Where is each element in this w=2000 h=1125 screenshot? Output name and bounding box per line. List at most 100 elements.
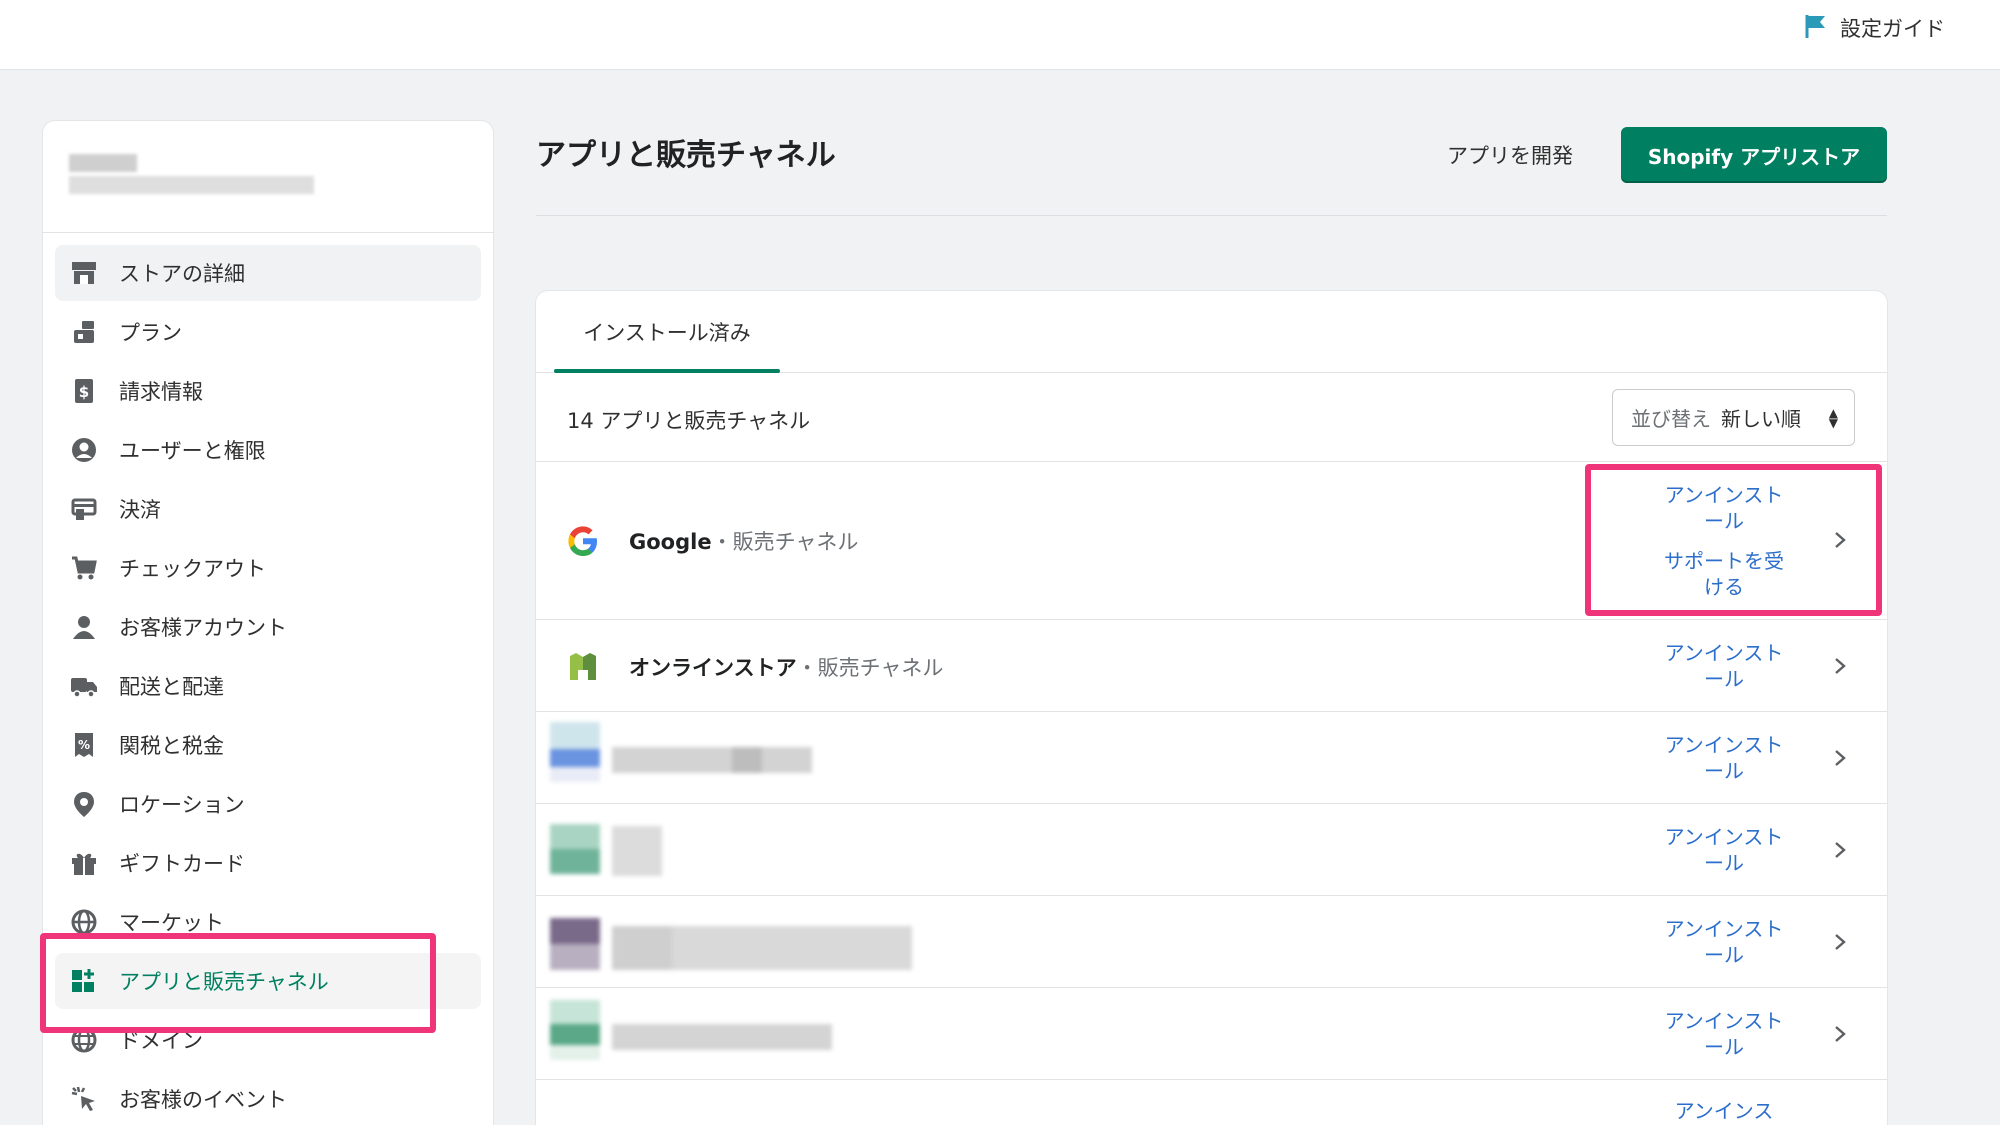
- sidebar-item-label: お客様アカウント: [119, 616, 287, 640]
- app-row-online-store[interactable]: オンラインストア・販売チャネル アンインスト ール: [536, 620, 1887, 712]
- svg-text:%: %: [78, 738, 90, 752]
- sidebar-item-domains[interactable]: ドメイン: [55, 1012, 481, 1068]
- app-type: ・販売チャネル: [711, 530, 859, 554]
- sort-arrows-icon: ▲ ▼: [1828, 406, 1838, 430]
- sidebar-item-customer-events[interactable]: お客様のイベント: [55, 1071, 481, 1125]
- uninstall-link[interactable]: アンインスト ール: [1665, 1008, 1784, 1060]
- app-row-blurred[interactable]: アンインスト ール: [536, 712, 1887, 804]
- sidebar-item-label: チェックアウト: [119, 557, 266, 581]
- sidebar-item-users[interactable]: ユーザーと権限: [55, 422, 481, 478]
- sidebar-item-label: プラン: [119, 321, 182, 345]
- uninstall-link[interactable]: アンインスト ール: [1665, 732, 1784, 784]
- sidebar-item-locations[interactable]: ロケーション: [55, 776, 481, 832]
- svg-text:$: $: [79, 383, 89, 401]
- domain-globe-icon: [69, 1025, 99, 1055]
- store-icon: [69, 258, 99, 288]
- uninstall-link[interactable]: アンインスト ール: [1665, 640, 1784, 692]
- uninstall-link[interactable]: アンインスト ール: [1665, 916, 1784, 968]
- payments-icon: [69, 494, 99, 524]
- store-info-blurred: [43, 121, 493, 233]
- sidebar-item-gift-cards[interactable]: ギフトカード: [55, 835, 481, 891]
- apps-icon: [69, 966, 99, 996]
- page-title: アプリと販売チャネル: [536, 138, 836, 173]
- app-title: オンラインストア: [629, 656, 797, 680]
- app-actions: アンインスト ール: [1654, 996, 1794, 1072]
- gift-icon: [69, 848, 99, 878]
- app-title: Google: [629, 530, 712, 554]
- sidebar-item-plan[interactable]: プラン: [55, 304, 481, 360]
- chevron-right-icon[interactable]: [1831, 748, 1851, 768]
- sidebar-item-label: ロケーション: [119, 793, 245, 817]
- tax-icon: %: [69, 730, 99, 760]
- blurred-app-name: [612, 826, 662, 876]
- cursor-click-icon: [69, 1084, 99, 1114]
- get-support-link[interactable]: サポートを受ける: [1664, 548, 1784, 600]
- uninstall-link[interactable]: アンインストール: [1664, 482, 1784, 534]
- sidebar-item-label: 配送と配達: [119, 675, 224, 699]
- app-row-google[interactable]: Google・販売チャネル アンインストール サポートを受ける: [536, 462, 1887, 620]
- user-circle-icon: [69, 435, 99, 465]
- uninstall-link[interactable]: アンインス: [1675, 1098, 1774, 1124]
- count-row: 14 アプリと販売チャネル 並び替え 新しい順 ▲ ▼: [536, 373, 1887, 462]
- app-type: ・販売チャネル: [796, 656, 944, 680]
- sidebar-item-checkout[interactable]: チェックアウト: [55, 540, 481, 596]
- sidebar-item-label: 決済: [119, 498, 161, 522]
- plan-icon: [69, 317, 99, 347]
- top-bar: 設定ガイド: [0, 0, 2000, 70]
- online-store-icon: [566, 650, 600, 688]
- chevron-right-icon[interactable]: [1831, 1024, 1851, 1044]
- chevron-right-icon[interactable]: [1831, 932, 1851, 952]
- sidebar-item-taxes[interactable]: % 関税と税金: [55, 717, 481, 773]
- blurred-app-icon: [550, 918, 600, 970]
- chevron-right-icon[interactable]: [1831, 656, 1851, 676]
- shopify-app-store-button[interactable]: Shopify アプリストア: [1621, 127, 1887, 183]
- sidebar-item-label: アプリと販売チャネル: [119, 970, 329, 994]
- app-actions: アンインスト ール: [1654, 904, 1794, 980]
- sidebar-item-apps[interactable]: アプリと販売チャネル: [55, 953, 481, 1009]
- chevron-right-icon[interactable]: [1831, 530, 1851, 550]
- blurred-app-icon: [550, 722, 600, 782]
- sidebar-item-label: ドメイン: [119, 1029, 203, 1053]
- setup-guide-label: 設定ガイド: [1840, 17, 1945, 41]
- settings-nav: ストアの詳細 プラン $ 請求情報 ユーザーと権限 決済 チェックアウト お客様…: [43, 233, 493, 1125]
- sidebar-item-label: 請求情報: [119, 380, 203, 404]
- sidebar-item-billing[interactable]: $ 請求情報: [55, 363, 481, 419]
- tab-installed[interactable]: インストール済み: [556, 291, 778, 373]
- globe-icon: [69, 907, 99, 937]
- app-name: Google・販売チャネル: [629, 526, 858, 556]
- blurred-app-name: [612, 747, 812, 773]
- app-actions: アンインスト ール: [1654, 812, 1794, 888]
- location-pin-icon: [69, 789, 99, 819]
- app-actions: アンインス: [1664, 1096, 1784, 1125]
- apps-card: インストール済み 14 アプリと販売チャネル 並び替え 新しい順 ▲ ▼ Goog…: [536, 291, 1887, 1125]
- develop-apps-link[interactable]: アプリを開発: [1447, 140, 1573, 170]
- app-row-blurred[interactable]: アンインスト ール: [536, 988, 1887, 1080]
- sidebar-item-label: ギフトカード: [119, 852, 245, 876]
- blurred-app-name: [612, 926, 912, 970]
- sidebar-item-customer-accounts[interactable]: お客様アカウント: [55, 599, 481, 655]
- blurred-app-name: [612, 1024, 832, 1050]
- sidebar-item-label: 関税と税金: [119, 734, 224, 758]
- sidebar-item-label: お客様のイベント: [119, 1088, 287, 1112]
- uninstall-link[interactable]: アンインスト ール: [1665, 824, 1784, 876]
- sort-label: 並び替え: [1631, 407, 1711, 431]
- setup-guide-link[interactable]: 設定ガイド: [1804, 13, 1945, 43]
- sidebar-item-label: ユーザーと権限: [119, 439, 266, 463]
- sidebar-item-payments[interactable]: 決済: [55, 481, 481, 537]
- app-row-partial[interactable]: アンインス: [536, 1080, 1887, 1125]
- header-divider: [536, 215, 1887, 216]
- sort-select[interactable]: 並び替え 新しい順 ▲ ▼: [1612, 389, 1855, 446]
- person-icon: [69, 612, 99, 642]
- chevron-right-icon[interactable]: [1831, 840, 1851, 860]
- sidebar-item-shipping[interactable]: 配送と配達: [55, 658, 481, 714]
- flag-icon: [1804, 13, 1828, 44]
- app-actions: アンインストール サポートを受ける: [1664, 474, 1784, 608]
- app-row-blurred[interactable]: アンインスト ール: [536, 896, 1887, 988]
- sidebar-item-markets[interactable]: マーケット: [55, 894, 481, 950]
- blurred-app-icon: [550, 824, 600, 874]
- settings-sidebar: ストアの詳細 プラン $ 請求情報 ユーザーと権限 決済 チェックアウト お客様…: [43, 121, 493, 1125]
- sidebar-item-store-details[interactable]: ストアの詳細: [55, 245, 481, 301]
- tabs-bar: インストール済み: [536, 291, 1887, 373]
- app-row-blurred[interactable]: アンインスト ール: [536, 804, 1887, 896]
- sidebar-item-label: マーケット: [119, 911, 224, 935]
